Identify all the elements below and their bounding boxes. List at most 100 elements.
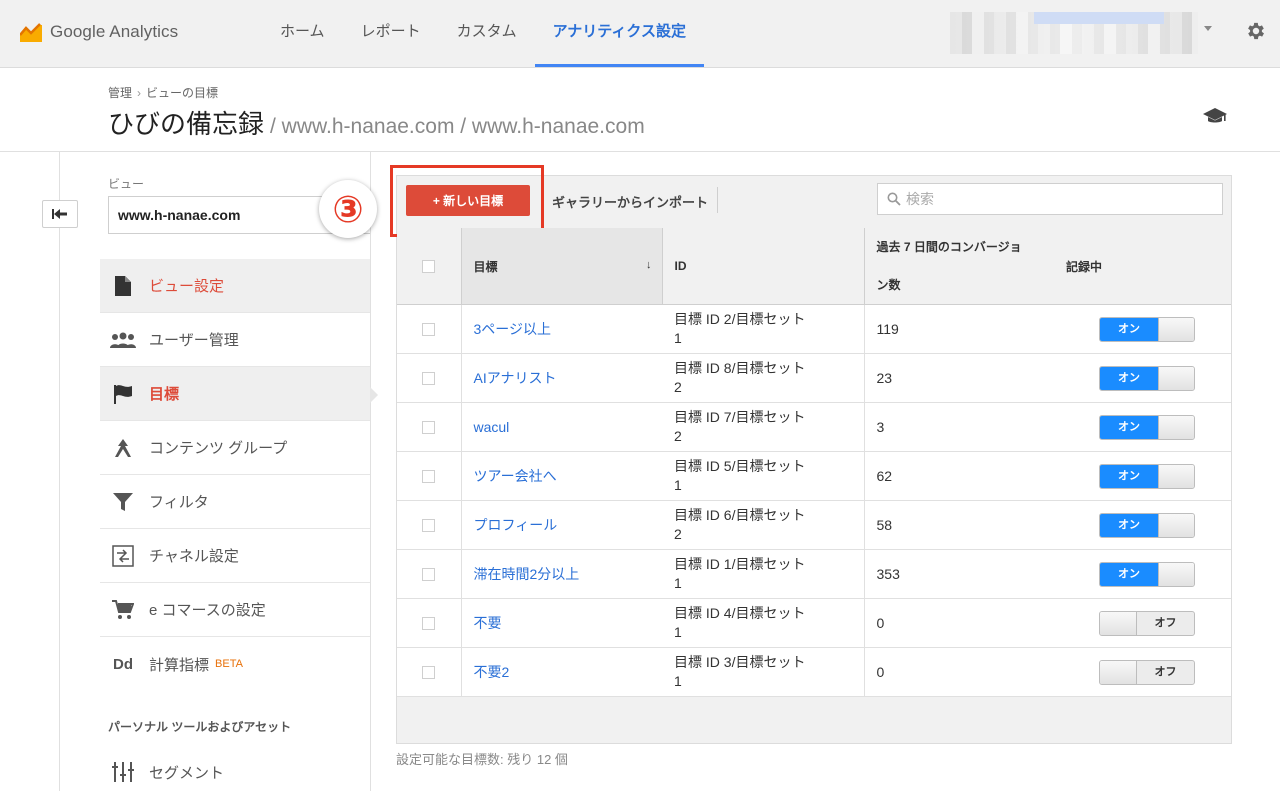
goal-name-link[interactable]: ツアー会社へ — [474, 468, 557, 484]
goal-name-link[interactable]: AIアナリスト — [474, 370, 557, 386]
goal-id-line2: 2 — [674, 428, 682, 444]
account-selector-blurred[interactable] — [950, 12, 1198, 54]
toggle-label: オン — [1100, 415, 1158, 439]
table-row: 不要2 目標 ID 3/目標セット 1 0 オフ — [397, 647, 1231, 697]
toolbar-separator — [717, 187, 718, 213]
goal-name-link[interactable]: 不要 — [474, 615, 502, 631]
back-button[interactable] — [42, 200, 78, 228]
sort-down-icon[interactable]: ↓ — [646, 259, 652, 271]
table-row: 不要 目標 ID 4/目標セット 1 0 オフ — [397, 598, 1231, 648]
menu-filters[interactable]: フィルタ — [100, 475, 370, 529]
row-checkbox[interactable] — [422, 518, 435, 532]
graduation-cap-icon[interactable] — [1202, 106, 1228, 126]
goal-name-cell: 不要2 — [460, 647, 662, 697]
goal-name-cell: プロフィール — [460, 500, 662, 550]
menu-view-settings[interactable]: ビュー設定 — [100, 259, 370, 313]
conversions-column-header[interactable]: 過去 7 日間のコンバージョ ン数 — [864, 228, 1066, 305]
toggle-label: オフ — [1154, 616, 1177, 629]
recording-toggle[interactable]: オン — [1099, 561, 1195, 587]
goal-id-line2: 1 — [674, 673, 682, 689]
toggle-knob — [1100, 611, 1137, 635]
conversions-cell: 119 — [864, 304, 1066, 354]
recording-column-label: 記録中 — [1066, 259, 1103, 274]
menu-ecommerce-settings-label: e コマースの設定 — [149, 602, 266, 619]
property-name: ひびの備忘録 — [108, 109, 265, 139]
goal-id-cell: 目標 ID 3/目標セット 1 — [662, 647, 865, 697]
menu-ecommerce-settings[interactable]: e コマースの設定 — [100, 583, 370, 637]
dd-icon: Dd — [113, 655, 133, 673]
menu-channel-settings[interactable]: チャネル設定 — [100, 529, 370, 583]
row-checkbox[interactable] — [422, 469, 435, 483]
toggle-knob — [1158, 415, 1194, 439]
conversions-header-line1: 過去 7 日間のコンバージョ — [876, 240, 1022, 254]
id-column-header[interactable]: ID — [662, 228, 865, 305]
recording-cell: オン — [1066, 353, 1231, 403]
row-checkbox-cell — [397, 451, 461, 501]
nav-home[interactable]: ホーム — [262, 0, 343, 67]
row-checkbox[interactable] — [422, 567, 435, 581]
google-analytics-logo[interactable]: Google Analytics — [20, 18, 178, 46]
row-checkbox[interactable] — [422, 420, 435, 434]
goal-id-line2: 2 — [674, 379, 682, 395]
toggle-knob — [1158, 562, 1194, 586]
search-input[interactable] — [906, 184, 1206, 214]
row-checkbox-cell — [397, 598, 461, 648]
recording-toggle[interactable]: オン — [1099, 414, 1195, 440]
goal-name-link[interactable]: wacul — [474, 419, 510, 435]
nav-custom[interactable]: カスタム — [439, 0, 535, 67]
table-row: AIアナリスト 目標 ID 8/目標セット 2 23 オン — [397, 353, 1231, 403]
recording-toggle[interactable]: オフ — [1099, 610, 1195, 636]
goal-column-header[interactable]: 目標 ↓ — [460, 228, 663, 305]
recording-cell: オン — [1066, 402, 1231, 452]
row-checkbox[interactable] — [422, 665, 435, 679]
goal-name-link[interactable]: プロフィール — [474, 517, 558, 533]
goal-id-line1: 目標 ID 4/目標セット — [674, 605, 806, 621]
row-checkbox[interactable] — [422, 616, 435, 630]
goal-id-cell: 目標 ID 6/目標セット 2 — [662, 500, 865, 550]
menu-segments[interactable]: セグメント — [100, 752, 370, 792]
beta-badge: BETA — [215, 658, 243, 670]
breadcrumb-separator-icon: › — [137, 86, 142, 100]
channel-icon — [110, 544, 136, 567]
content-group-icon — [110, 437, 136, 459]
recording-toggle[interactable]: オフ — [1099, 659, 1195, 685]
table-header-row: 目標 ↓ ID 過去 7 日間のコンバージョ ン数 記録中 — [397, 228, 1231, 305]
goal-id-line1: 目標 ID 3/目標セット — [674, 654, 806, 670]
row-checkbox[interactable] — [422, 371, 435, 385]
goal-name-link[interactable]: 不要2 — [474, 664, 510, 680]
app-name: Google Analytics — [50, 22, 179, 41]
search-box[interactable] — [877, 183, 1223, 215]
recording-toggle[interactable]: オン — [1099, 512, 1195, 538]
account-caret-icon[interactable] — [1204, 26, 1212, 31]
conversions-cell: 62 — [864, 451, 1066, 501]
menu-goals[interactable]: 目標 — [100, 367, 370, 421]
row-checkbox-cell — [397, 500, 461, 550]
goal-name-cell: wacul — [460, 402, 662, 452]
goal-id-line1: 目標 ID 6/目標セット — [674, 507, 806, 523]
admin-menu: ビュー設定 ユーザー管理 目標 コンテンツ グループ フィルタ チャネル設定 e… — [100, 259, 370, 691]
recording-column-header[interactable]: 記録中 — [1066, 228, 1231, 305]
toggle-label: オン — [1100, 366, 1158, 390]
import-from-gallery-link[interactable]: ギャラリーからインポート — [552, 192, 708, 211]
row-checkbox-cell — [397, 304, 461, 354]
nav-reports[interactable]: レポート — [343, 0, 439, 67]
menu-user-management-label: ユーザー管理 — [149, 332, 239, 349]
goal-name-link[interactable]: 3ページ以上 — [474, 321, 552, 337]
recording-toggle[interactable]: オン — [1099, 463, 1195, 489]
breadcrumb-current: ビューの目標 — [146, 86, 219, 100]
row-checkbox[interactable] — [422, 322, 435, 336]
goal-name-link[interactable]: 滞在時間2分以上 — [474, 566, 580, 582]
select-all-checkbox[interactable] — [422, 259, 435, 273]
breadcrumb-admin[interactable]: 管理 — [108, 86, 132, 100]
gear-icon[interactable] — [1245, 20, 1267, 42]
document-icon — [110, 275, 136, 297]
recording-toggle[interactable]: オン — [1099, 316, 1195, 342]
menu-content-grouping[interactable]: コンテンツ グループ — [100, 421, 370, 475]
recording-toggle[interactable]: オン — [1099, 365, 1195, 391]
nav-admin[interactable]: アナリティクス設定 — [534, 0, 704, 67]
menu-user-management[interactable]: ユーザー管理 — [100, 313, 370, 367]
table-row: wacul 目標 ID 7/目標セット 2 3 オン — [397, 402, 1231, 452]
toggle-knob — [1158, 464, 1194, 488]
menu-calculated-metrics[interactable]: Dd 計算指標 BETA — [100, 637, 370, 691]
flag-icon — [110, 383, 136, 405]
